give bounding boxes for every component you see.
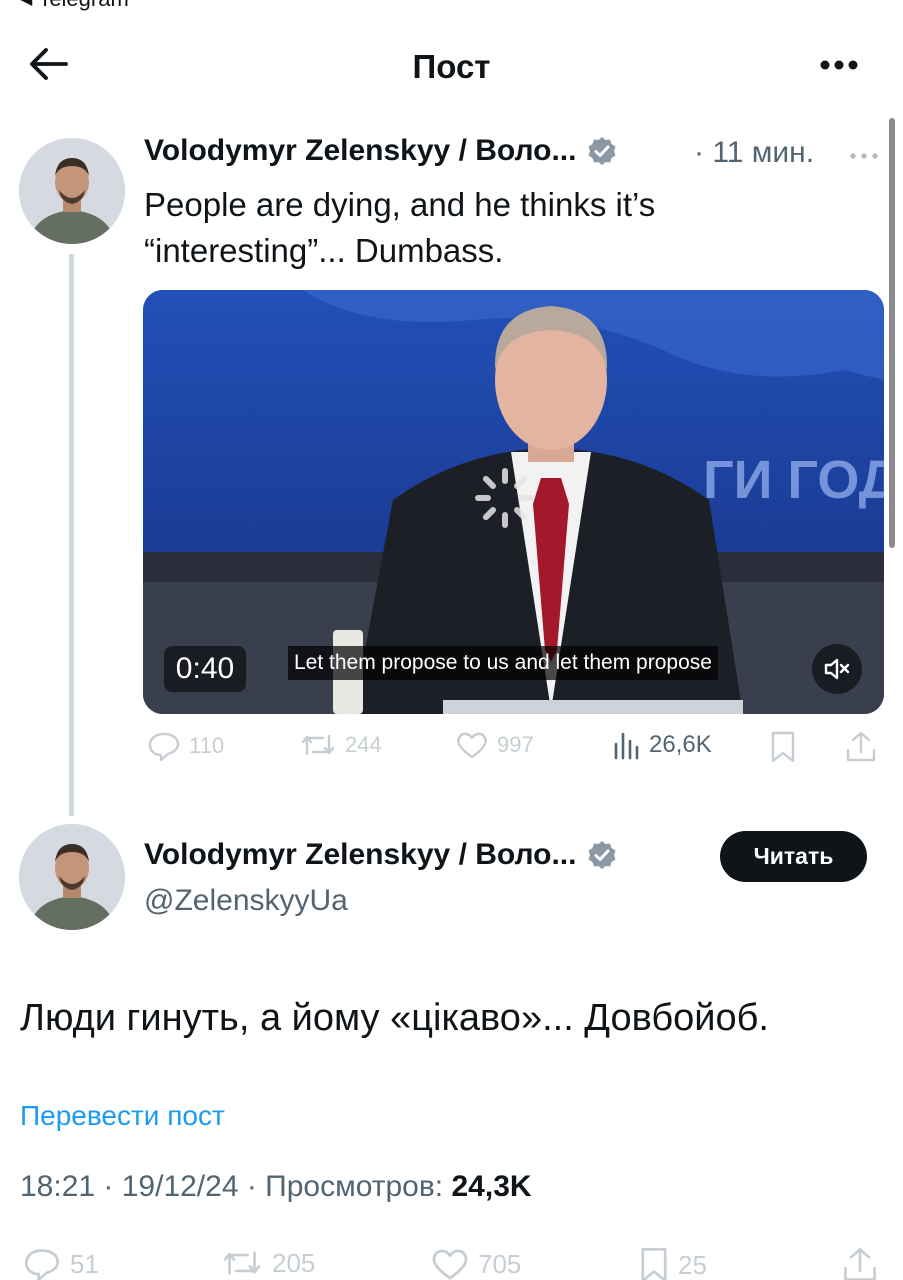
bookmark-button[interactable]: 25 bbox=[638, 1246, 707, 1280]
share-icon bbox=[846, 731, 876, 762]
share-button[interactable] bbox=[845, 730, 877, 764]
bookmark-icon bbox=[771, 731, 795, 763]
tweet-more-button[interactable] bbox=[849, 136, 879, 167]
tweet-text: People are dying, and he thinks it’s “in… bbox=[144, 182, 864, 274]
thread-line bbox=[69, 254, 74, 816]
author-name: Volodymyr Zelenskyy / Воло... bbox=[144, 134, 577, 167]
avatar-photo bbox=[19, 824, 125, 930]
translate-post-link[interactable]: Перевести пост bbox=[20, 1100, 225, 1132]
avatar-photo bbox=[19, 138, 125, 244]
share-icon bbox=[844, 1248, 876, 1280]
repost-button[interactable]: 244 bbox=[299, 730, 382, 760]
like-count: 997 bbox=[497, 732, 534, 757]
avatar[interactable] bbox=[19, 824, 125, 930]
more-options-button[interactable] bbox=[819, 48, 859, 72]
mute-button[interactable] bbox=[812, 644, 862, 694]
scrollbar[interactable] bbox=[889, 118, 895, 548]
more-dots-icon bbox=[820, 60, 858, 70]
like-count: 705 bbox=[478, 1248, 522, 1279]
page-title: Пост bbox=[412, 48, 491, 85]
author-name: Volodymyr Zelenskyy / Воло... bbox=[144, 838, 577, 871]
thread-author[interactable]: Volodymyr Zelenskyy / Воло... bbox=[144, 134, 618, 168]
tweet-actions: 110 244 997 26,6K bbox=[143, 730, 883, 774]
tweet-time: · 11 мин. bbox=[694, 136, 815, 169]
back-triangle-icon: ◀ bbox=[20, 0, 32, 9]
reply-count: 51 bbox=[70, 1248, 99, 1279]
like-button[interactable]: 705 bbox=[430, 1246, 521, 1280]
back-to-telegram-label: Telegram bbox=[38, 0, 128, 12]
tweet-text-line: People are dying, and he thinks it’s bbox=[144, 186, 656, 223]
top-bar: Пост bbox=[0, 30, 903, 100]
share-button[interactable] bbox=[842, 1246, 878, 1280]
more-dots-icon bbox=[850, 153, 878, 159]
tweet-text-line: “interesting”... Dumbass. bbox=[144, 232, 504, 269]
reply-button[interactable]: 110 bbox=[147, 730, 224, 762]
repost-count: 244 bbox=[345, 732, 382, 757]
views-count: 26,6K bbox=[649, 731, 712, 758]
views-chart-icon bbox=[614, 732, 639, 760]
views-button[interactable]: 26,6K bbox=[611, 730, 712, 760]
heart-icon bbox=[457, 732, 487, 759]
main-author[interactable]: Volodymyr Zelenskyy / Воло... bbox=[144, 838, 618, 872]
reply-count: 110 bbox=[189, 733, 225, 758]
video-subtitle: Let them propose to us and let them prop… bbox=[288, 646, 718, 680]
back-to-telegram[interactable]: ◀ Telegram bbox=[20, 0, 129, 12]
bookmark-icon bbox=[641, 1248, 667, 1280]
main-tweet-text: Люди гинуть, а йому «цікаво»... Довбойоб… bbox=[20, 997, 769, 1039]
reply-icon bbox=[24, 1249, 60, 1280]
like-button[interactable]: 997 bbox=[455, 730, 534, 760]
heart-icon bbox=[432, 1249, 468, 1280]
tweet-meta: 18:21 · 19/12/24 · Просмотров: 24,3K bbox=[20, 1170, 532, 1204]
repost-icon bbox=[301, 734, 335, 756]
tweet-timestamp: 18:21 · 19/12/24 · Просмотров: bbox=[20, 1170, 444, 1203]
main-tweet-actions: 51 205 705 25 bbox=[20, 1246, 890, 1280]
tweet-views: 24,3K bbox=[451, 1170, 532, 1203]
video-duration: 0:40 bbox=[164, 646, 246, 692]
verified-badge-icon bbox=[588, 137, 616, 165]
repost-button[interactable]: 205 bbox=[220, 1246, 315, 1280]
backdrop-text: ГИ ГОД bbox=[703, 450, 884, 510]
reply-icon bbox=[148, 732, 180, 762]
repost-count: 205 bbox=[272, 1247, 316, 1278]
bookmark-button[interactable] bbox=[769, 730, 797, 764]
bookmark-count: 25 bbox=[678, 1249, 707, 1280]
author-handle[interactable]: @ZelenskyyUa bbox=[144, 884, 348, 918]
reply-button[interactable]: 51 bbox=[22, 1246, 99, 1280]
repost-icon bbox=[223, 1251, 261, 1275]
speaker-muted-icon bbox=[824, 658, 850, 680]
verified-badge-icon bbox=[588, 841, 616, 869]
avatar[interactable] bbox=[19, 138, 125, 244]
follow-button[interactable]: Читать bbox=[720, 831, 867, 882]
